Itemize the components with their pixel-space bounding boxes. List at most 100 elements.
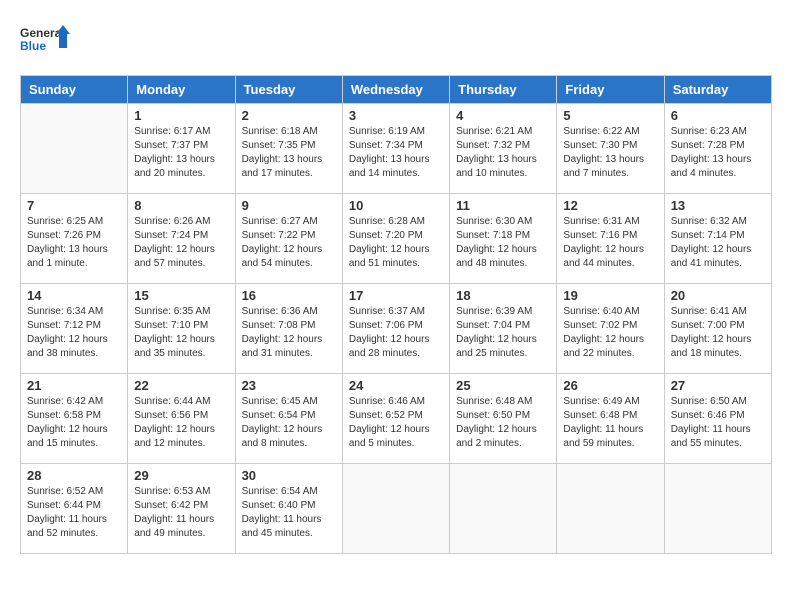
page-header: General Blue bbox=[20, 20, 772, 65]
day-info: Sunrise: 6:53 AM Sunset: 6:42 PM Dayligh… bbox=[134, 485, 228, 541]
day-info: Sunrise: 6:22 AM Sunset: 7:30 PM Dayligh… bbox=[563, 125, 657, 181]
day-number: 5 bbox=[563, 108, 657, 123]
day-number: 7 bbox=[27, 198, 121, 213]
calendar-cell: 27Sunrise: 6:50 AM Sunset: 6:46 PM Dayli… bbox=[664, 374, 771, 464]
calendar-cell: 17Sunrise: 6:37 AM Sunset: 7:06 PM Dayli… bbox=[342, 284, 449, 374]
day-info: Sunrise: 6:44 AM Sunset: 6:56 PM Dayligh… bbox=[134, 395, 228, 451]
calendar-week-row: 21 Sunrise: 6:42 AM Sunset: 6:58 PM Dayli… bbox=[21, 374, 772, 464]
day-info: Sunrise: 6:25 AM Sunset: 7:26 PM Dayligh… bbox=[27, 215, 121, 271]
calendar-cell: 7 Sunrise: 6:25 AM Sunset: 7:26 PM Daylig… bbox=[21, 194, 128, 284]
calendar-cell bbox=[342, 464, 449, 554]
day-info: Sunrise: 6:18 AM Sunset: 7:35 PM Dayligh… bbox=[242, 125, 336, 181]
calendar-cell: 29 Sunrise: 6:53 AM Sunset: 6:42 PM Dayli… bbox=[128, 464, 235, 554]
day-info: Sunrise: 6:23 AM Sunset: 7:28 PM Dayligh… bbox=[671, 125, 765, 181]
column-header-saturday: Saturday bbox=[664, 76, 771, 104]
day-number: 20 bbox=[671, 288, 765, 303]
logo-icon: General Blue bbox=[20, 20, 70, 65]
calendar-week-row: 28 Sunrise: 6:52 AM Sunset: 6:44 PM Dayli… bbox=[21, 464, 772, 554]
column-header-sunday: Sunday bbox=[21, 76, 128, 104]
day-info: Sunrise: 6:31 AM Sunset: 7:16 PM Dayligh… bbox=[563, 215, 657, 271]
day-info: Sunrise: 6:34 AM Sunset: 7:12 PM Dayligh… bbox=[27, 305, 121, 361]
column-header-thursday: Thursday bbox=[450, 76, 557, 104]
day-number: 9 bbox=[242, 198, 336, 213]
calendar-cell: 4 Sunrise: 6:21 AM Sunset: 7:32 PM Daylig… bbox=[450, 104, 557, 194]
day-number: 8 bbox=[134, 198, 228, 213]
day-number: 13 bbox=[671, 198, 765, 213]
calendar-cell: 19 Sunrise: 6:40 AM Sunset: 7:02 PM Dayli… bbox=[557, 284, 664, 374]
calendar-cell: 18 Sunrise: 6:39 AM Sunset: 7:04 PM Dayli… bbox=[450, 284, 557, 374]
day-info: Sunrise: 6:52 AM Sunset: 6:44 PM Dayligh… bbox=[27, 485, 121, 541]
calendar-cell: 12 Sunrise: 6:31 AM Sunset: 7:16 PM Dayli… bbox=[557, 194, 664, 284]
calendar-cell: 8 Sunrise: 6:26 AM Sunset: 7:24 PM Daylig… bbox=[128, 194, 235, 284]
day-info: Sunrise: 6:26 AM Sunset: 7:24 PM Dayligh… bbox=[134, 215, 228, 271]
day-info: Sunrise: 6:39 AM Sunset: 7:04 PM Dayligh… bbox=[456, 305, 550, 361]
calendar-cell: 3Sunrise: 6:19 AM Sunset: 7:34 PM Daylig… bbox=[342, 104, 449, 194]
calendar-cell: 22 Sunrise: 6:44 AM Sunset: 6:56 PM Dayli… bbox=[128, 374, 235, 464]
svg-text:Blue: Blue bbox=[20, 39, 46, 53]
day-number: 19 bbox=[563, 288, 657, 303]
day-number: 18 bbox=[456, 288, 550, 303]
calendar-cell bbox=[450, 464, 557, 554]
day-number: 6 bbox=[671, 108, 765, 123]
calendar-cell: 20 Sunrise: 6:41 AM Sunset: 7:00 PM Dayli… bbox=[664, 284, 771, 374]
calendar-week-row: 1 Sunrise: 6:17 AM Sunset: 7:37 PM Daylig… bbox=[21, 104, 772, 194]
day-number: 22 bbox=[134, 378, 228, 393]
day-number: 30 bbox=[242, 468, 336, 483]
column-header-wednesday: Wednesday bbox=[342, 76, 449, 104]
day-info: Sunrise: 6:21 AM Sunset: 7:32 PM Dayligh… bbox=[456, 125, 550, 181]
calendar-week-row: 7 Sunrise: 6:25 AM Sunset: 7:26 PM Daylig… bbox=[21, 194, 772, 284]
day-number: 10 bbox=[349, 198, 443, 213]
day-number: 15 bbox=[134, 288, 228, 303]
day-info: Sunrise: 6:36 AM Sunset: 7:08 PM Dayligh… bbox=[242, 305, 336, 361]
day-info: Sunrise: 6:35 AM Sunset: 7:10 PM Dayligh… bbox=[134, 305, 228, 361]
day-info: Sunrise: 6:49 AM Sunset: 6:48 PM Dayligh… bbox=[563, 395, 657, 451]
calendar-cell: 11Sunrise: 6:30 AM Sunset: 7:18 PM Dayli… bbox=[450, 194, 557, 284]
calendar-cell: 14 Sunrise: 6:34 AM Sunset: 7:12 PM Dayli… bbox=[21, 284, 128, 374]
day-number: 3 bbox=[349, 108, 443, 123]
day-number: 26 bbox=[563, 378, 657, 393]
calendar-table: SundayMondayTuesdayWednesdayThursdayFrid… bbox=[20, 75, 772, 554]
day-info: Sunrise: 6:28 AM Sunset: 7:20 PM Dayligh… bbox=[349, 215, 443, 271]
day-number: 11 bbox=[456, 198, 550, 213]
calendar-cell: 2 Sunrise: 6:18 AM Sunset: 7:35 PM Daylig… bbox=[235, 104, 342, 194]
calendar-cell: 24Sunrise: 6:46 AM Sunset: 6:52 PM Dayli… bbox=[342, 374, 449, 464]
day-number: 1 bbox=[134, 108, 228, 123]
day-info: Sunrise: 6:32 AM Sunset: 7:14 PM Dayligh… bbox=[671, 215, 765, 271]
day-number: 27 bbox=[671, 378, 765, 393]
calendar-cell: 6 Sunrise: 6:23 AM Sunset: 7:28 PM Daylig… bbox=[664, 104, 771, 194]
day-number: 28 bbox=[27, 468, 121, 483]
day-info: Sunrise: 6:27 AM Sunset: 7:22 PM Dayligh… bbox=[242, 215, 336, 271]
day-info: Sunrise: 6:48 AM Sunset: 6:50 PM Dayligh… bbox=[456, 395, 550, 451]
day-info: Sunrise: 6:40 AM Sunset: 7:02 PM Dayligh… bbox=[563, 305, 657, 361]
column-header-monday: Monday bbox=[128, 76, 235, 104]
calendar-cell: 9 Sunrise: 6:27 AM Sunset: 7:22 PM Daylig… bbox=[235, 194, 342, 284]
calendar-cell: 16Sunrise: 6:36 AM Sunset: 7:08 PM Dayli… bbox=[235, 284, 342, 374]
calendar-cell: 13 Sunrise: 6:32 AM Sunset: 7:14 PM Dayli… bbox=[664, 194, 771, 284]
calendar-cell bbox=[664, 464, 771, 554]
day-number: 29 bbox=[134, 468, 228, 483]
day-number: 14 bbox=[27, 288, 121, 303]
day-number: 2 bbox=[242, 108, 336, 123]
calendar-cell bbox=[557, 464, 664, 554]
column-header-friday: Friday bbox=[557, 76, 664, 104]
calendar-cell: 23 Sunrise: 6:45 AM Sunset: 6:54 PM Dayli… bbox=[235, 374, 342, 464]
day-info: Sunrise: 6:17 AM Sunset: 7:37 PM Dayligh… bbox=[134, 125, 228, 181]
calendar-cell bbox=[21, 104, 128, 194]
calendar-cell: 10 Sunrise: 6:28 AM Sunset: 7:20 PM Dayli… bbox=[342, 194, 449, 284]
day-number: 21 bbox=[27, 378, 121, 393]
day-number: 25 bbox=[456, 378, 550, 393]
day-number: 4 bbox=[456, 108, 550, 123]
calendar-cell: 30 Sunrise: 6:54 AM Sunset: 6:40 PM Dayli… bbox=[235, 464, 342, 554]
day-info: Sunrise: 6:42 AM Sunset: 6:58 PM Dayligh… bbox=[27, 395, 121, 451]
day-info: Sunrise: 6:41 AM Sunset: 7:00 PM Dayligh… bbox=[671, 305, 765, 361]
calendar-cell: 25 Sunrise: 6:48 AM Sunset: 6:50 PM Dayli… bbox=[450, 374, 557, 464]
day-info: Sunrise: 6:54 AM Sunset: 6:40 PM Dayligh… bbox=[242, 485, 336, 541]
day-number: 24 bbox=[349, 378, 443, 393]
calendar-cell: 15 Sunrise: 6:35 AM Sunset: 7:10 PM Dayli… bbox=[128, 284, 235, 374]
logo: General Blue bbox=[20, 20, 70, 65]
day-number: 23 bbox=[242, 378, 336, 393]
calendar-header-row: SundayMondayTuesdayWednesdayThursdayFrid… bbox=[21, 76, 772, 104]
day-number: 12 bbox=[563, 198, 657, 213]
calendar-cell: 26 Sunrise: 6:49 AM Sunset: 6:48 PM Dayli… bbox=[557, 374, 664, 464]
day-info: Sunrise: 6:45 AM Sunset: 6:54 PM Dayligh… bbox=[242, 395, 336, 451]
